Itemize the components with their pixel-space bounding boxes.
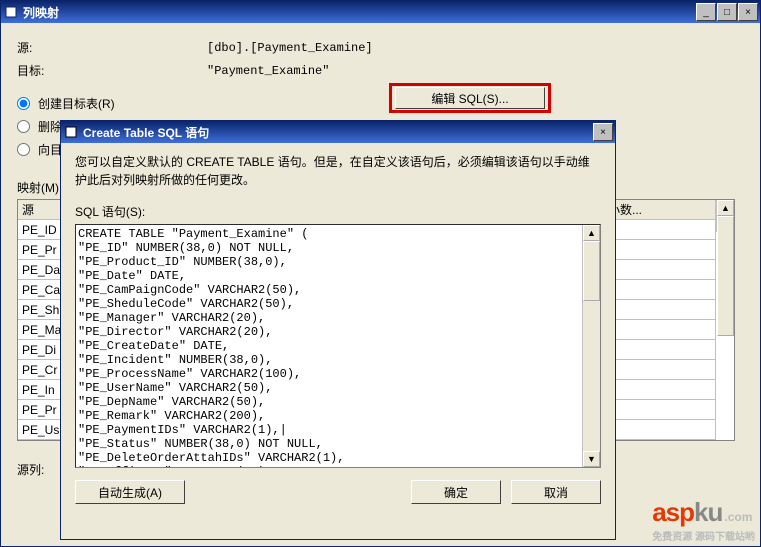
ok-button[interactable]: 确定	[411, 480, 501, 504]
decimal-column-strip: 小数... 0 0 ▲ ▼	[603, 199, 735, 441]
table-row[interactable]: 0	[604, 220, 716, 240]
scroll-thumb[interactable]	[583, 241, 600, 301]
table-row[interactable]: PE_In	[18, 380, 64, 400]
table-row[interactable]: PE_Sh	[18, 300, 64, 320]
table-row[interactable]: 0	[604, 240, 716, 260]
table-row[interactable]: PE_Da	[18, 260, 64, 280]
append-label: 向目	[38, 141, 62, 158]
table-row[interactable]	[604, 320, 716, 340]
edit-sql-button[interactable]: 编辑 SQL(S)...	[395, 87, 545, 109]
scroll-up-icon[interactable]: ▲	[583, 225, 600, 241]
scroll-down-icon[interactable]: ▼	[583, 451, 600, 467]
auto-generate-button[interactable]: 自动生成(A)	[75, 480, 185, 504]
table-row[interactable]: PE_Ma	[18, 320, 64, 340]
dialog-icon	[63, 124, 79, 140]
watermark-logo: aspku.com 免费资源 源码下载站哟	[652, 497, 755, 543]
sql-scrollbar[interactable]: ▲ ▼	[582, 225, 600, 467]
table-row[interactable]: PE_Ca	[18, 280, 64, 300]
table-row[interactable]	[604, 340, 716, 360]
delete-radio[interactable]	[17, 120, 30, 133]
sql-textarea-wrap: ▲ ▼	[75, 224, 601, 468]
source-column-label: 源列:	[17, 461, 44, 478]
dialog-titlebar: Create Table SQL 语句 ×	[61, 121, 615, 143]
create-table-label: 创建目标表(R)	[38, 95, 115, 112]
dialog-title: Create Table SQL 语句	[83, 124, 593, 141]
table-row[interactable]	[604, 300, 716, 320]
edit-sql-highlight: 编辑 SQL(S)...	[389, 83, 551, 113]
table-row[interactable]	[604, 280, 716, 300]
cancel-button[interactable]: 取消	[511, 480, 601, 504]
src-header: 源	[18, 200, 64, 220]
table-row[interactable]: PE_ID	[18, 220, 64, 240]
maximize-button[interactable]: □	[717, 3, 737, 21]
sql-textarea[interactable]	[76, 225, 582, 467]
main-titlebar: 列映射 _ □ ×	[1, 1, 760, 23]
source-value: [dbo].[Payment_Examine]	[207, 41, 373, 55]
table-row[interactable]: PE_Us	[18, 420, 64, 440]
table-row[interactable]: PE_Di	[18, 340, 64, 360]
target-label: 目标:	[17, 62, 107, 79]
minimize-button[interactable]: _	[696, 3, 716, 21]
table-row[interactable]: PE_Pr	[18, 240, 64, 260]
table-row[interactable]: PE_Cr	[18, 360, 64, 380]
main-title: 列映射	[23, 4, 696, 21]
table-row[interactable]	[604, 420, 716, 440]
scroll-up-icon[interactable]: ▲	[717, 200, 734, 216]
table-scrollbar[interactable]: ▲ ▼	[716, 200, 734, 232]
create-table-sql-dialog: Create Table SQL 语句 × 您可以自定义默认的 CREATE T…	[60, 120, 616, 540]
create-table-radio[interactable]	[17, 97, 30, 110]
dialog-close-button[interactable]: ×	[593, 123, 613, 141]
dec-header: 小数...	[604, 200, 716, 220]
table-row[interactable]	[604, 400, 716, 420]
table-row[interactable]	[604, 380, 716, 400]
table-row[interactable]	[604, 260, 716, 280]
source-column-strip: 源 PE_ID PE_Pr PE_Da PE_Ca PE_Sh PE_Ma PE…	[17, 199, 65, 441]
table-row[interactable]: PE_Pr	[18, 400, 64, 420]
table-row[interactable]	[604, 360, 716, 380]
scroll-thumb[interactable]	[717, 216, 734, 336]
dialog-info-text: 您可以自定义默认的 CREATE TABLE 语句。但是，在自定义该语句后，必须…	[75, 153, 601, 189]
append-radio[interactable]	[17, 143, 30, 156]
close-button[interactable]: ×	[738, 3, 758, 21]
mapping-label: 映射(M):	[17, 179, 62, 196]
source-label: 源:	[17, 39, 107, 56]
sql-statement-label: SQL 语句(S):	[75, 203, 601, 220]
target-value: "Payment_Examine"	[207, 64, 329, 78]
delete-label: 删除	[38, 118, 62, 135]
app-icon	[3, 4, 19, 20]
